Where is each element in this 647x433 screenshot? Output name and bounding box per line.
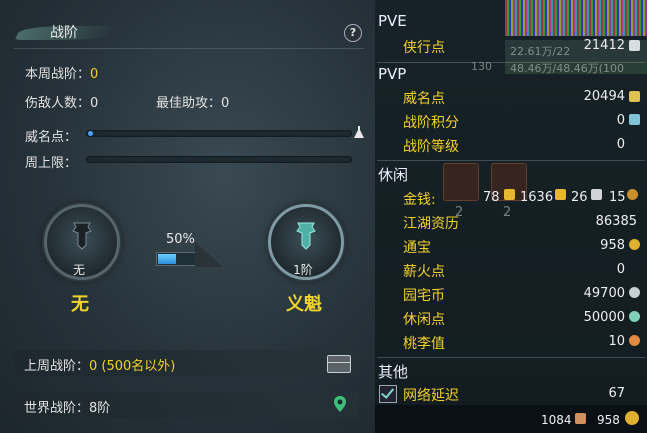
leisure-points-value: 50000: [583, 310, 625, 325]
xiaxing-points-value: 21412: [583, 38, 625, 53]
gold-ingot-icon: [504, 189, 515, 200]
rank-level-value: 0: [616, 137, 625, 152]
fame-cap-marker-icon: [354, 128, 364, 138]
panel-title: 战阶: [50, 25, 78, 41]
shield-icon: [629, 114, 640, 125]
rank-score-value: 0: [616, 113, 625, 128]
assist-value: 0: [221, 96, 230, 111]
money-label: 金钱:: [403, 192, 436, 208]
section-divider: [377, 62, 645, 63]
money-copper-value: 15: [609, 190, 626, 205]
footer-value-2: 958: [597, 413, 620, 427]
gold-coin-icon: [555, 189, 566, 200]
leisure-section-title: 休闲: [378, 166, 409, 184]
section-divider: [377, 357, 645, 358]
rank-progress-percent: 50%: [166, 232, 195, 247]
home-coin-label: 园宅币: [403, 288, 445, 304]
rank-level-label: 战阶等级: [403, 139, 459, 155]
rank-progress-bar: [156, 252, 196, 266]
swirl-icon: [629, 287, 640, 298]
xinhuo-points-value: 0: [616, 262, 625, 277]
bag-slot: [443, 163, 479, 201]
latency-checkbox[interactable]: [379, 385, 397, 403]
week-rank-value: 0: [90, 67, 99, 82]
last-week-rank-row: 上周战阶：0 (500名以外): [14, 350, 359, 376]
home-coin-value: 49700: [583, 286, 625, 301]
xiaxing-points-label: 侠行点: [403, 40, 445, 56]
footer-value-1: 1084: [541, 413, 572, 427]
section-divider: [377, 160, 645, 161]
jianghu-seniority-label: 江湖资历: [403, 216, 459, 232]
tongbao-value: 958: [600, 238, 625, 253]
week-limit-bar: [86, 156, 352, 163]
tongbao-label: 通宝: [403, 240, 431, 256]
last-week-rank-text: 上周战阶：0 (500名以外): [24, 355, 175, 374]
fame-points-label: 威名点: [403, 91, 445, 107]
taoli-value-label: 桃李值: [403, 336, 445, 352]
other-section-title: 其他: [378, 363, 409, 381]
peach-icon: [629, 335, 640, 346]
next-rank-emblem[interactable]: 1阶: [268, 204, 344, 280]
last-week-rank-label: 上周战阶：: [24, 359, 90, 374]
header-divider: [14, 48, 364, 49]
assist-label: 最佳助攻：: [156, 96, 222, 111]
taoli-value-value: 10: [608, 334, 625, 349]
rank-panel: 战阶 ? 本周战阶：0 伤敌人数：0 最佳助攻：0 威名点： 周上限： 无 无 …: [0, 0, 375, 433]
world-rank-row: 世界战阶：8阶: [14, 392, 359, 418]
current-rank-emblem[interactable]: 无: [44, 204, 120, 280]
kills-value: 0: [90, 96, 99, 111]
currency-panel: 22.61万/22 130 48.46万/48.46万(100 PVE 侠行点 …: [375, 0, 647, 433]
money-silver-value: 26: [571, 190, 588, 205]
money-gold-ingot-value: 78: [483, 190, 500, 205]
network-latency-label: 网络延迟: [403, 388, 459, 404]
network-latency-value: 67: [608, 386, 625, 401]
jianghu-seniority-value: 86385: [595, 214, 637, 229]
fame-label: 威名点：: [25, 130, 78, 145]
world-rank-label: 世界战阶：: [24, 401, 90, 416]
xinhuo-points-label: 薪火点: [403, 264, 445, 280]
rank-score-label: 战阶积分: [403, 115, 459, 131]
progress-arrow-icon: [195, 242, 223, 267]
panel-header: 战阶: [0, 18, 375, 46]
week-rank-label: 本周战阶：: [25, 67, 91, 82]
help-button[interactable]: ?: [344, 24, 362, 42]
background-buff-bar: [505, 0, 647, 36]
leaf-icon: [629, 311, 640, 322]
fame-progress-bar: [86, 130, 352, 137]
location-pin-icon[interactable]: [333, 395, 347, 413]
tongbao-coin-icon: [629, 239, 640, 250]
kills-row: 伤敌人数：0: [25, 92, 98, 111]
character-icon: [575, 413, 586, 424]
copper-coin-icon: [627, 189, 638, 200]
week-limit-label: 周上限：: [25, 156, 78, 171]
tongbao-coin-icon: [625, 411, 639, 425]
world-rank-text: 世界战阶：8阶: [24, 397, 110, 416]
next-rank-caption: 1阶: [293, 263, 313, 277]
fame-progress-fill: [88, 131, 93, 136]
money-gold-value: 1636: [520, 190, 554, 205]
pvp-section-title: PVP: [378, 65, 407, 83]
banner-icon: [296, 222, 316, 250]
current-rank-name: 无: [71, 294, 89, 315]
helmet-icon: [629, 91, 640, 102]
current-rank-caption: 无: [72, 263, 85, 277]
background-health-text: 22.61万/22: [510, 45, 571, 58]
bag-slot-count: 2: [503, 205, 512, 220]
silver-coin-icon: [591, 189, 602, 200]
sword-icon: [629, 40, 640, 51]
footer-bar: 1084 958: [375, 405, 647, 433]
banner-icon: [72, 222, 92, 250]
pve-section-title: PVE: [378, 12, 407, 30]
rank-progress-fill: [158, 254, 176, 264]
leisure-points-label: 休闲点: [403, 312, 445, 328]
assist-row: 最佳助攻：0: [156, 92, 229, 111]
fame-points-value: 20494: [583, 89, 625, 104]
kills-label: 伤敌人数：: [25, 96, 91, 111]
next-rank-name: 义魁: [286, 294, 322, 315]
week-rank-row: 本周战阶：0: [25, 63, 98, 82]
reward-chest-icon[interactable]: [327, 355, 351, 373]
world-rank-value: 8阶: [89, 401, 111, 416]
last-week-rank-value: 0 (500名以外): [89, 359, 176, 374]
